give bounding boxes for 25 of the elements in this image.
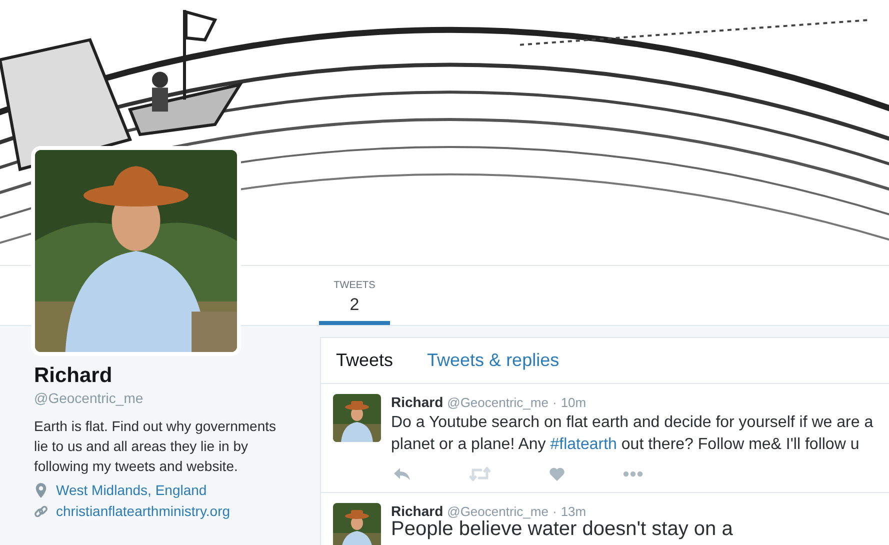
profile-handle: @Geocentric_me xyxy=(34,390,144,406)
heart-icon[interactable] xyxy=(549,467,565,481)
tweet-time[interactable]: 10m xyxy=(560,395,586,410)
profile-name: Richard xyxy=(34,364,114,388)
separator-dot: · xyxy=(552,395,557,410)
tweet-author-handle: @Geocentric_me xyxy=(447,504,548,519)
separator-dot: · xyxy=(552,504,557,519)
hashtag-link[interactable]: #flatearth xyxy=(550,436,617,453)
timeline-tab[interactable]: Tweets & replies xyxy=(427,350,560,371)
website-link[interactable]: christianflatearthministry.org xyxy=(56,503,230,519)
tweets-count-tab[interactable]: TWEETS 2 xyxy=(319,266,390,325)
tweet-author-name[interactable]: Richard xyxy=(391,394,444,410)
tweet-text: People believe water doesn't stay on a xyxy=(391,519,734,539)
tweet-author-name[interactable]: Richard xyxy=(391,503,444,519)
timeline-tab[interactable]: Tweets xyxy=(336,350,394,371)
reply-icon[interactable] xyxy=(393,467,411,481)
tweet-author-handle: @Geocentric_me xyxy=(447,395,548,410)
tweet-text: Do a Youtube search on flat earth and decide for yourself if we are a planet or a plane! Any #flatearth out there? Follow me& I'll follow u xyxy=(391,413,874,455)
more-icon[interactable] xyxy=(623,471,643,477)
profile-bio: Earth is flat. Find out why governments lie to us and all areas they lie in by following my tweets and website. xyxy=(34,417,277,476)
link-icon xyxy=(34,504,48,518)
location-link[interactable]: West Midlands, England xyxy=(56,482,207,498)
retweet-icon[interactable] xyxy=(469,467,491,481)
location-pin-icon xyxy=(34,482,48,498)
tweet-time[interactable]: 13m xyxy=(560,504,586,519)
